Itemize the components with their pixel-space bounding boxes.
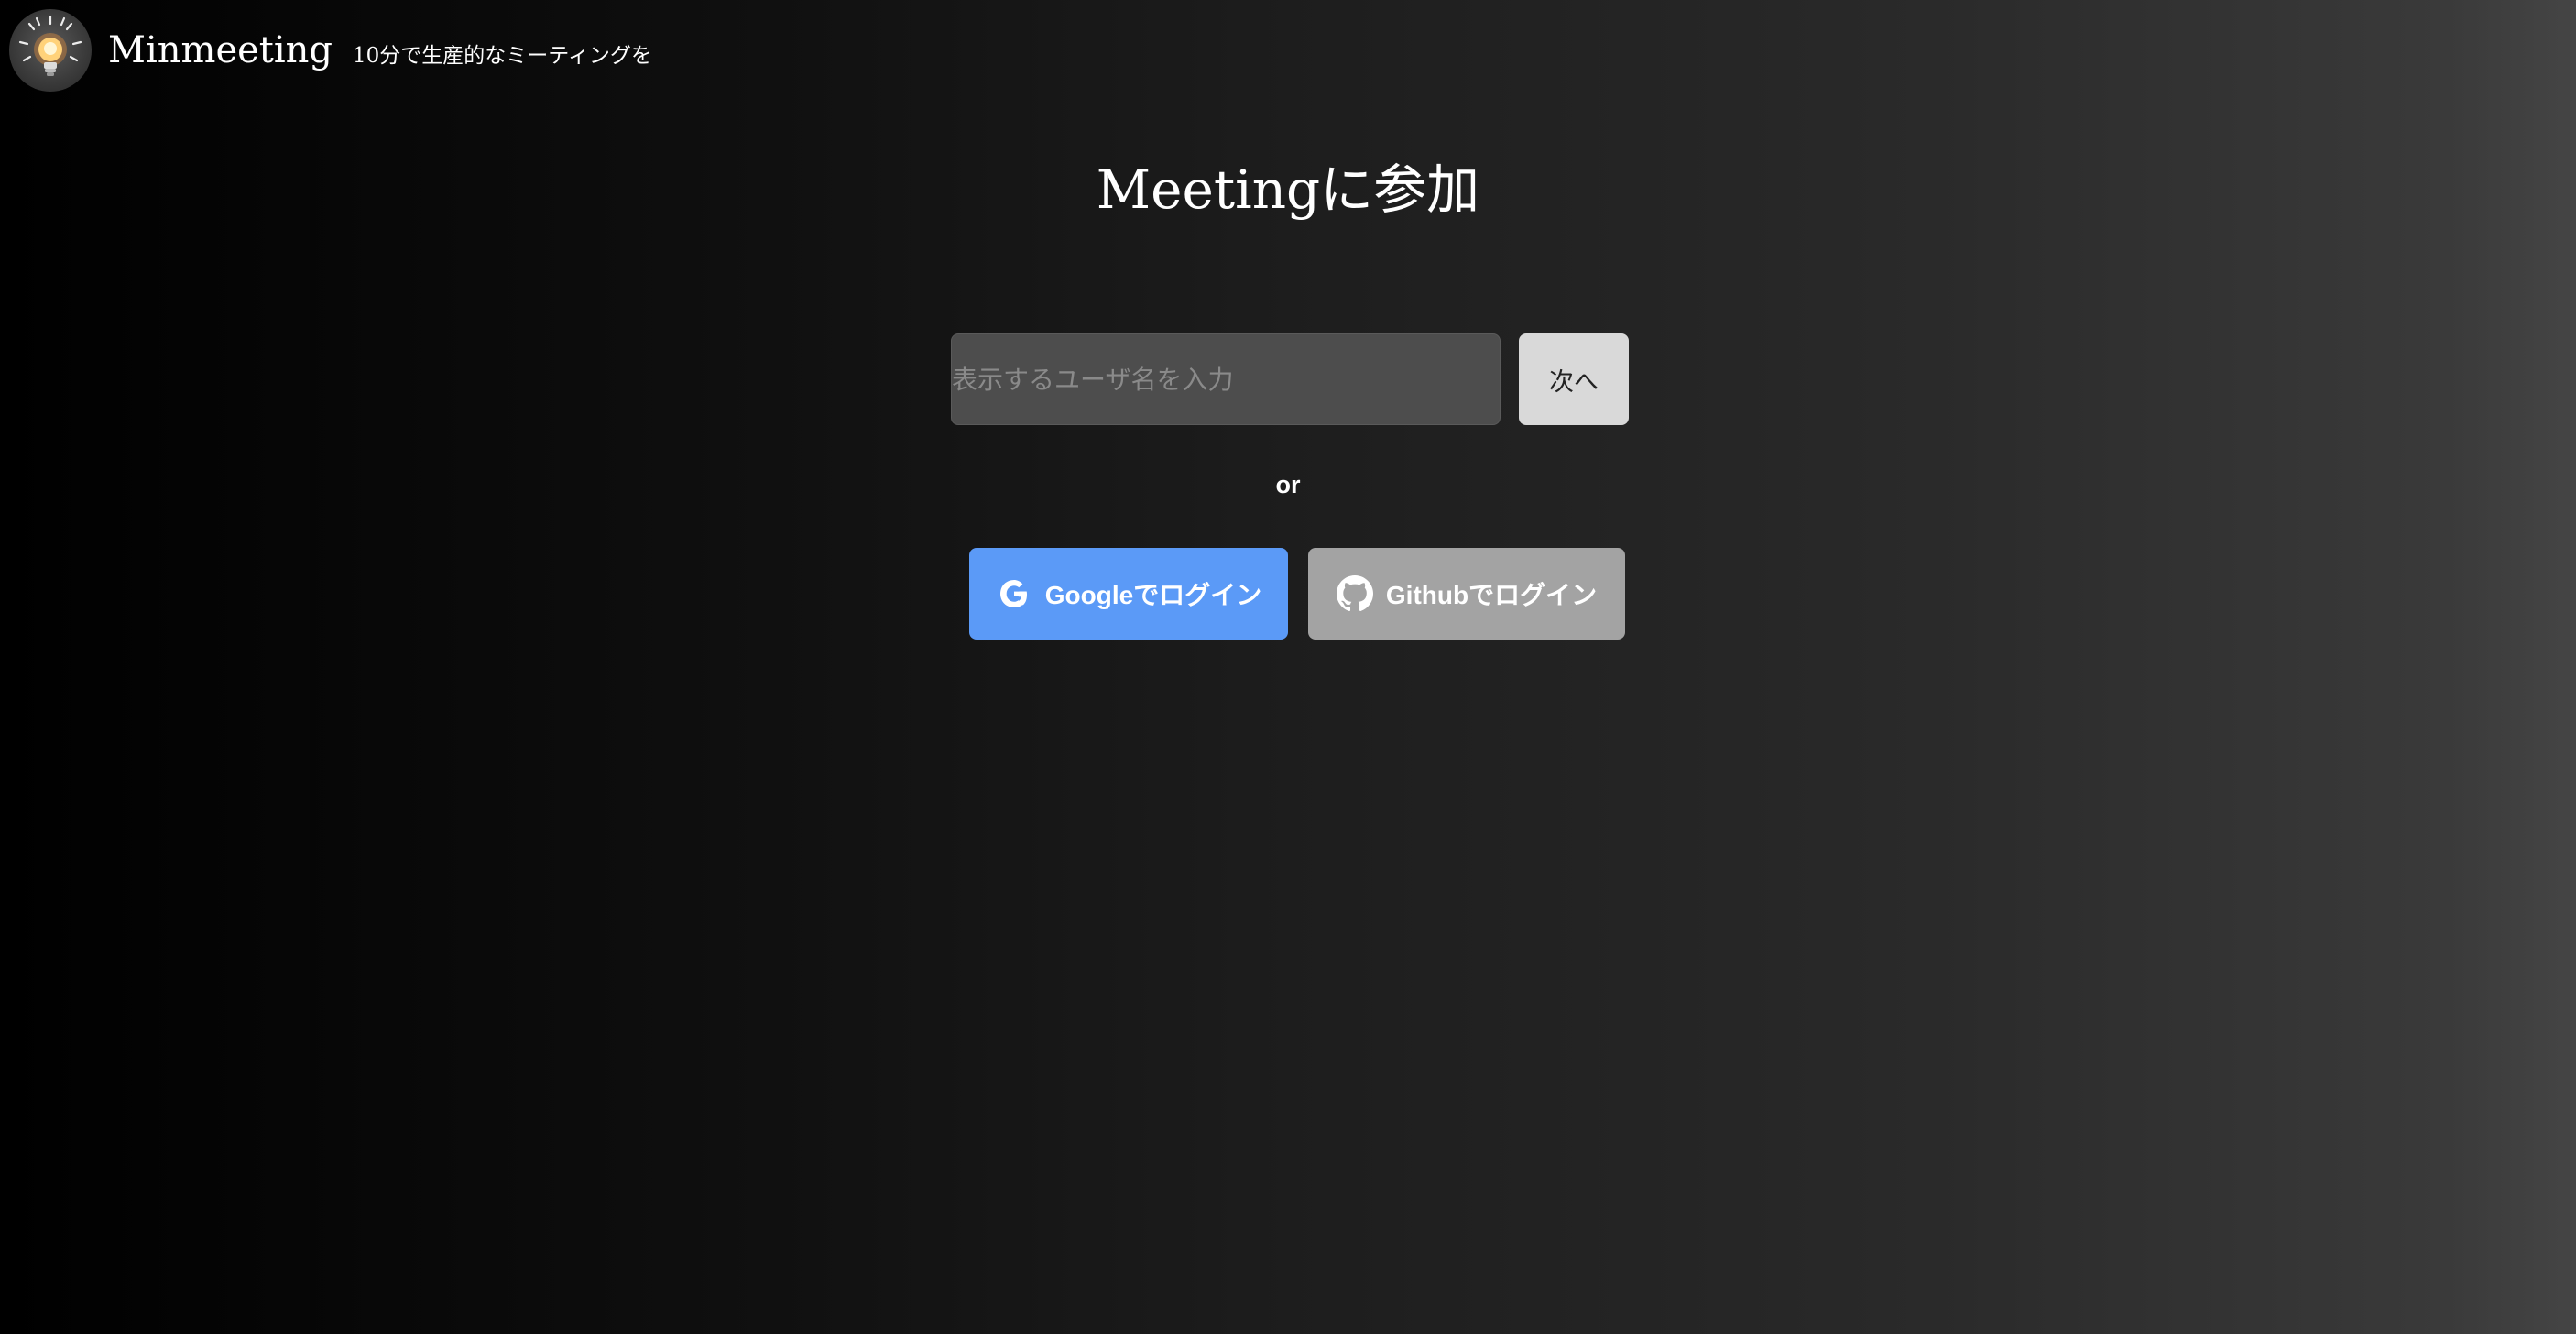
username-input[interactable] (951, 334, 1501, 425)
lightbulb-icon[interactable] (9, 9, 92, 92)
github-login-button[interactable]: Githubでログイン (1308, 548, 1625, 640)
github-login-label: Githubでログイン (1385, 581, 1598, 609)
app-header: Minmeeting 10分で生産的なミーティングを (9, 9, 652, 92)
google-icon (996, 575, 1032, 612)
next-button[interactable]: 次へ (1519, 334, 1629, 425)
google-login-button[interactable]: Googleでログイン (969, 548, 1288, 640)
github-icon (1336, 575, 1373, 612)
page-title: Meetingに参加 (1096, 159, 1480, 221)
brand-name[interactable]: Minmeeting (108, 29, 333, 71)
google-login-label: Googleでログイン (1044, 581, 1262, 609)
brand-tagline: 10分で生産的なミーティングを (353, 44, 652, 68)
or-divider-text: or (1275, 471, 1301, 498)
